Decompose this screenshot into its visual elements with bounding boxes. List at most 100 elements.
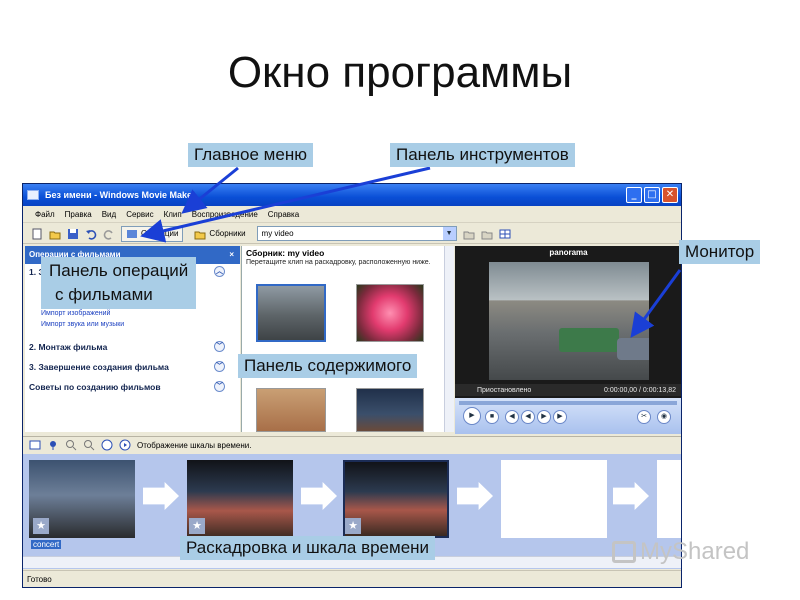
redo-icon[interactable]	[103, 228, 115, 240]
callout-task-pane-line1: Панель операций	[49, 261, 189, 280]
callout-content: Панель содержимого	[238, 354, 418, 378]
collection-select[interactable]: my video ▼	[256, 226, 457, 241]
zoom-out-icon[interactable]	[83, 439, 95, 451]
collections-label: Сборники	[209, 229, 246, 238]
monitor-video-frame	[489, 262, 649, 380]
task-section-label: Советы по созданию фильмов	[29, 381, 161, 392]
storyboard-empty-cell[interactable]	[501, 460, 607, 538]
next-frame-icon[interactable]: ▶	[553, 410, 567, 424]
movie-maker-window: Без имени - Windows Movie Maker _ □ ✕ Фа…	[22, 183, 682, 588]
task-link-import-audio[interactable]: Импорт звука или музыки	[25, 319, 240, 330]
menu-play[interactable]: Воспроизведение	[192, 210, 258, 219]
play-icon[interactable]: ▶	[463, 407, 481, 425]
storyboard-empty-cell[interactable]	[657, 460, 681, 538]
monitor-status-bar: Приостановлено 0:00:00,00 / 0:00:13,82	[455, 384, 681, 396]
menu-tools[interactable]: Сервис	[126, 210, 153, 219]
menu-edit[interactable]: Правка	[65, 210, 92, 219]
previous-frame-icon[interactable]: ◀	[505, 410, 519, 424]
chevron-down-icon[interactable]: ▼	[442, 227, 456, 240]
transition-slot[interactable]	[457, 482, 493, 510]
callout-task-pane: Панель операций с фильмами	[41, 257, 197, 309]
play-storyboard-icon[interactable]	[119, 439, 131, 451]
clip-thumbnail-crafts[interactable]	[256, 388, 326, 432]
contents-pane: Сборник: my video Перетащите клип на рас…	[241, 246, 454, 432]
task-section-finish[interactable]: 3. Завершение создания фильма ﹀	[29, 361, 225, 372]
up-folder-icon[interactable]	[463, 228, 475, 240]
chevron-down-icon[interactable]: ﹀	[214, 361, 225, 372]
transition-slot[interactable]	[301, 482, 337, 510]
camera-icon[interactable]: ◉	[657, 410, 671, 424]
stop-icon[interactable]: ■	[485, 410, 499, 424]
new-file-icon[interactable]	[31, 228, 43, 240]
views-icon[interactable]	[499, 228, 511, 240]
playback-time: 0:00:00,00 / 0:00:13,82	[603, 386, 676, 394]
transition-slot[interactable]	[143, 482, 179, 510]
task-section-tips[interactable]: Советы по созданию фильмов ﹀	[29, 381, 225, 392]
monitor-controls: ▶ ■ ◀ ◀ ▶ ▶ ✂ ◉	[455, 398, 681, 434]
slide-title: Окно программы	[227, 48, 573, 97]
collection-title: Сборник: my video	[246, 248, 325, 258]
collections-button[interactable]: Сборники	[189, 226, 250, 242]
monitor-title: panorama	[549, 248, 588, 257]
narrate-icon[interactable]	[47, 439, 59, 451]
undo-icon[interactable]	[85, 228, 97, 240]
close-button[interactable]: ✕	[662, 187, 678, 203]
menu-clip[interactable]: Клип	[164, 210, 182, 219]
clip-thumbnail-rose[interactable]	[356, 284, 424, 342]
task-section-label: 3. Завершение создания фильма	[29, 361, 169, 372]
toolbar: Операции Сборники my video ▼	[23, 224, 681, 244]
task-section-edit[interactable]: 2. Монтаж фильма ﹀	[29, 341, 225, 352]
menu-help[interactable]: Справка	[268, 210, 299, 219]
timeline-icon[interactable]	[29, 439, 41, 451]
clip-thumbnail-concert[interactable]	[356, 388, 424, 432]
chevron-up-icon[interactable]: ︿	[214, 266, 225, 277]
operations-button[interactable]: Операции	[121, 225, 184, 242]
chevron-down-icon[interactable]: ﹀	[214, 381, 225, 392]
watermark: MyShared	[612, 538, 749, 566]
menu-bar: Файл Правка Вид Сервис Клип Воспроизведе…	[23, 206, 681, 223]
watermark-text: MyShared	[640, 538, 750, 565]
open-folder-icon[interactable]	[49, 228, 61, 240]
forward-icon[interactable]: ▶	[537, 410, 551, 424]
maximize-button[interactable]: □	[644, 187, 660, 203]
storyboard-toolbar: Отображение шкалы времени.	[23, 436, 681, 453]
close-icon[interactable]: ×	[229, 246, 234, 264]
callout-monitor: Монитор	[679, 240, 761, 264]
split-clip-icon[interactable]: ✂	[637, 410, 651, 424]
window-title: Без имени - Windows Movie Maker	[45, 190, 196, 200]
task-link-import-images[interactable]: Импорт изображений	[25, 308, 240, 319]
playback-status: Приостановлено	[477, 386, 532, 394]
video-effect-icon[interactable]: ★	[33, 518, 49, 534]
video-effect-icon[interactable]: ★	[345, 518, 361, 534]
zoom-in-icon[interactable]	[65, 439, 77, 451]
chevron-down-icon[interactable]: ﹀	[214, 341, 225, 352]
seek-bar[interactable]	[459, 401, 677, 405]
show-timeline-label[interactable]: Отображение шкалы времени.	[137, 441, 251, 450]
operations-label: Операции	[141, 229, 179, 238]
operations-icon	[127, 229, 137, 238]
collection-hint: Перетащите клип на раскадровку, располож…	[246, 259, 431, 266]
clip-thumbnail-panorama[interactable]	[256, 284, 326, 342]
save-icon[interactable]	[67, 228, 79, 240]
app-icon	[27, 190, 39, 200]
callout-task-pane-line2: с фильмами	[55, 285, 153, 304]
menu-view[interactable]: Вид	[102, 210, 116, 219]
new-collection-icon[interactable]	[481, 228, 493, 240]
rewind-icon[interactable]: ◀	[521, 410, 535, 424]
content-scrollbar[interactable]	[444, 246, 454, 432]
rewind-storyboard-icon[interactable]	[101, 439, 113, 451]
monitor-pane: panorama Приостановлено 0:00:00,00 / 0:0…	[455, 246, 681, 434]
menu-file[interactable]: Файл	[35, 210, 55, 219]
task-section-label: 2. Монтаж фильма	[29, 341, 108, 352]
minimize-button[interactable]: _	[626, 187, 642, 203]
window-titlebar[interactable]: Без имени - Windows Movie Maker _ □ ✕	[23, 184, 681, 206]
status-bar: Готово	[23, 570, 681, 587]
callout-storyboard: Раскадровка и шкала времени	[180, 536, 436, 560]
collection-select-value: my video	[261, 229, 294, 238]
storyboard-clip-label[interactable]: concert	[31, 540, 62, 549]
callout-toolbar: Панель инструментов	[390, 143, 575, 167]
video-effect-icon[interactable]: ★	[189, 518, 205, 534]
watermark-icon	[612, 541, 636, 563]
window-controls: _ □ ✕	[626, 187, 678, 203]
transition-slot[interactable]	[613, 482, 649, 510]
